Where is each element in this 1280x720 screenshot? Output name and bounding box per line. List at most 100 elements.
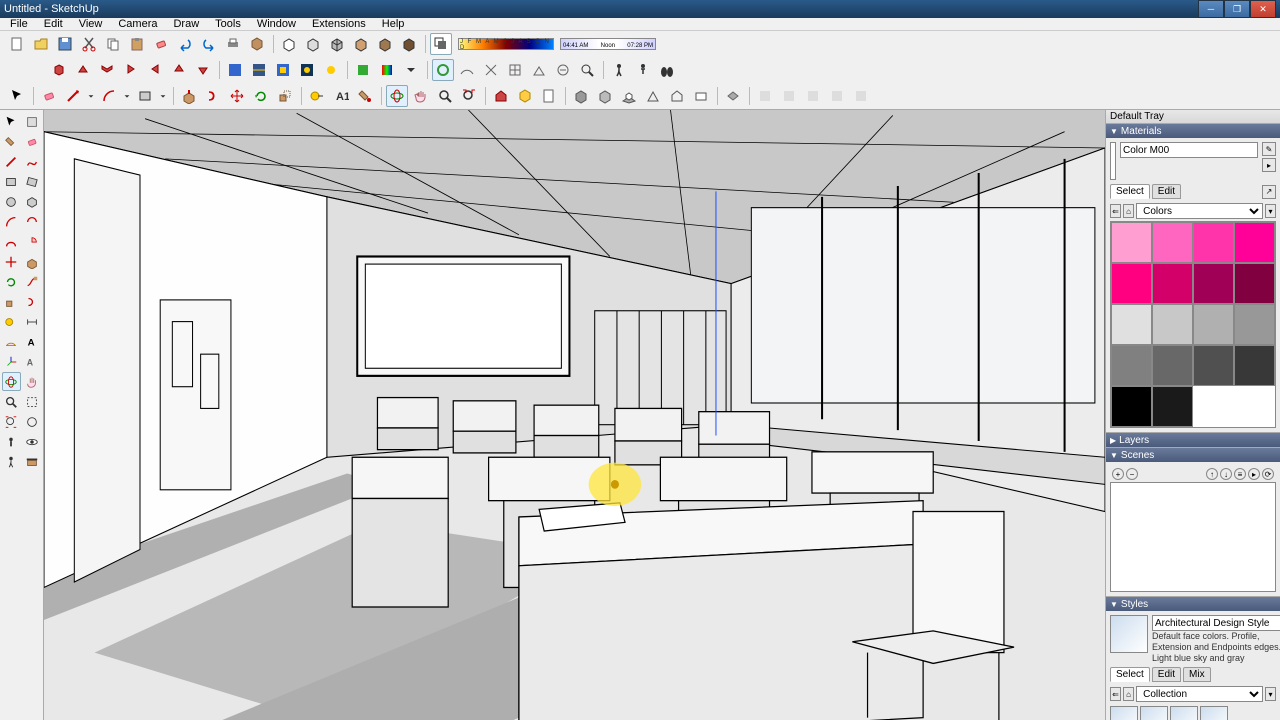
solid-3-icon[interactable] <box>618 85 640 107</box>
lt-rotrect-icon[interactable] <box>23 172 42 191</box>
material-swatch[interactable] <box>1193 345 1234 386</box>
material-swatch[interactable] <box>1152 263 1193 304</box>
material-library-select[interactable]: Colors <box>1136 203 1263 219</box>
materials-edit-tab[interactable]: Edit <box>1152 184 1181 199</box>
time-slider[interactable]: 04:41 AM Noon 07:28 PM <box>560 38 656 50</box>
open-file-icon[interactable] <box>30 33 52 55</box>
redo-icon[interactable] <box>198 33 220 55</box>
style-name-input[interactable] <box>1152 615 1280 631</box>
sandbox-5-icon[interactable] <box>552 59 574 81</box>
face-style-4-icon[interactable] <box>350 33 372 55</box>
lt-dim-icon[interactable] <box>23 312 42 331</box>
lt-orbit-icon[interactable] <box>2 372 21 391</box>
grey-2-icon[interactable] <box>778 85 800 107</box>
lt-2arc-icon[interactable] <box>23 212 42 231</box>
style-menu-icon[interactable]: ▾ <box>1265 687 1276 701</box>
sandbox-2-icon[interactable] <box>480 59 502 81</box>
lt-select-icon[interactable] <box>2 112 21 131</box>
style-thumbnail[interactable] <box>1110 615 1148 653</box>
grey-5-icon[interactable] <box>850 85 872 107</box>
line-dropdown-icon[interactable] <box>86 85 96 107</box>
lt-scale-icon[interactable] <box>2 292 21 311</box>
tape-tool-icon[interactable] <box>306 85 328 107</box>
face-style-2-icon[interactable] <box>302 33 324 55</box>
lt-zoomext-icon[interactable] <box>2 412 21 431</box>
material-swatch[interactable] <box>1193 304 1234 345</box>
lt-walk-icon[interactable] <box>2 452 21 471</box>
smoove-icon[interactable] <box>432 59 454 81</box>
menu-help[interactable]: Help <box>376 18 411 30</box>
viewport[interactable] <box>44 110 1105 720</box>
material-name-input[interactable] <box>1120 142 1258 158</box>
material-swatch[interactable] <box>1152 345 1193 386</box>
scene-up-icon[interactable]: ↑ <box>1206 468 1218 480</box>
rotate-tool-icon[interactable] <box>250 85 272 107</box>
face-style-1-icon[interactable] <box>278 33 300 55</box>
face-style-5-icon[interactable] <box>374 33 396 55</box>
solid-6-icon[interactable] <box>690 85 712 107</box>
material-swatch[interactable] <box>1234 222 1275 263</box>
arc-dropdown-icon[interactable] <box>122 85 132 107</box>
copy-icon[interactable] <box>102 33 124 55</box>
model-canvas[interactable] <box>44 110 1105 720</box>
walk-3-icon[interactable] <box>656 59 678 81</box>
menu-window[interactable]: Window <box>251 18 302 30</box>
materials-title[interactable]: ▼Materials <box>1106 124 1280 138</box>
material-swatch[interactable] <box>1234 345 1275 386</box>
grey-1-icon[interactable] <box>754 85 776 107</box>
material-swatch-grid[interactable] <box>1110 221 1276 428</box>
grey-3-icon[interactable] <box>802 85 824 107</box>
material-swatch[interactable] <box>1193 263 1234 304</box>
bottom-view-icon[interactable] <box>192 59 214 81</box>
sun-icon[interactable] <box>320 59 342 81</box>
lt-section-icon[interactable] <box>23 452 42 471</box>
lt-arc-icon[interactable] <box>2 212 21 231</box>
lt-move-icon[interactable] <box>2 252 21 271</box>
lt-axes-icon[interactable] <box>2 352 21 371</box>
material-menu-icon[interactable]: ▸ <box>1262 158 1276 172</box>
materials-select-tab[interactable]: Select <box>1110 184 1150 199</box>
close-button[interactable]: ✕ <box>1250 0 1276 18</box>
sandbox-1-icon[interactable] <box>456 59 478 81</box>
current-material-swatch[interactable] <box>1110 142 1116 180</box>
lt-pan-icon[interactable] <box>23 372 42 391</box>
lt-rotate-icon[interactable] <box>2 272 21 291</box>
select-tool-icon[interactable] <box>6 85 28 107</box>
mat-menu-icon[interactable]: ▾ <box>1265 204 1276 218</box>
scene-add-icon[interactable]: + <box>1112 468 1124 480</box>
menu-extensions[interactable]: Extensions <box>306 18 372 30</box>
material-swatch[interactable] <box>1193 222 1234 263</box>
model-info-icon[interactable] <box>246 33 268 55</box>
rect-tool-icon[interactable] <box>134 85 156 107</box>
material-swatch[interactable] <box>1111 222 1152 263</box>
material-swatch[interactable] <box>1111 386 1152 427</box>
material-swatch[interactable] <box>1234 304 1275 345</box>
minimize-button[interactable]: ─ <box>1198 0 1224 18</box>
offset-tool-icon[interactable] <box>202 85 224 107</box>
face-style-6-icon[interactable] <box>398 33 420 55</box>
pushpull-tool-icon[interactable] <box>178 85 200 107</box>
lt-tape-icon[interactable] <box>2 312 21 331</box>
line-tool-icon[interactable] <box>62 85 84 107</box>
material-swatch[interactable] <box>1111 345 1152 386</box>
material-swatch[interactable] <box>1111 304 1152 345</box>
view-blue-4-icon[interactable] <box>296 59 318 81</box>
lt-circle-icon[interactable] <box>2 192 21 211</box>
right-view-icon[interactable] <box>120 59 142 81</box>
color-picker-icon[interactable] <box>376 59 398 81</box>
left-view-icon[interactable] <box>168 59 190 81</box>
lt-followme-icon[interactable] <box>23 272 42 291</box>
material-swatch[interactable] <box>1234 263 1275 304</box>
paint-tool-icon[interactable] <box>354 85 376 107</box>
scene-view-icon[interactable]: ≡ <box>1234 468 1246 480</box>
lt-line-icon[interactable] <box>2 152 21 171</box>
material-swatch[interactable] <box>1152 222 1193 263</box>
scene-down-icon[interactable]: ↓ <box>1220 468 1232 480</box>
material-swatch[interactable] <box>1152 304 1193 345</box>
styles-edit-tab[interactable]: Edit <box>1152 667 1181 682</box>
lt-look-icon[interactable] <box>23 432 42 451</box>
lt-polygon-icon[interactable] <box>23 192 42 211</box>
style-back-icon[interactable]: ⇐ <box>1110 687 1121 701</box>
lt-rect-icon[interactable] <box>2 172 21 191</box>
lt-pie-icon[interactable] <box>23 232 42 251</box>
